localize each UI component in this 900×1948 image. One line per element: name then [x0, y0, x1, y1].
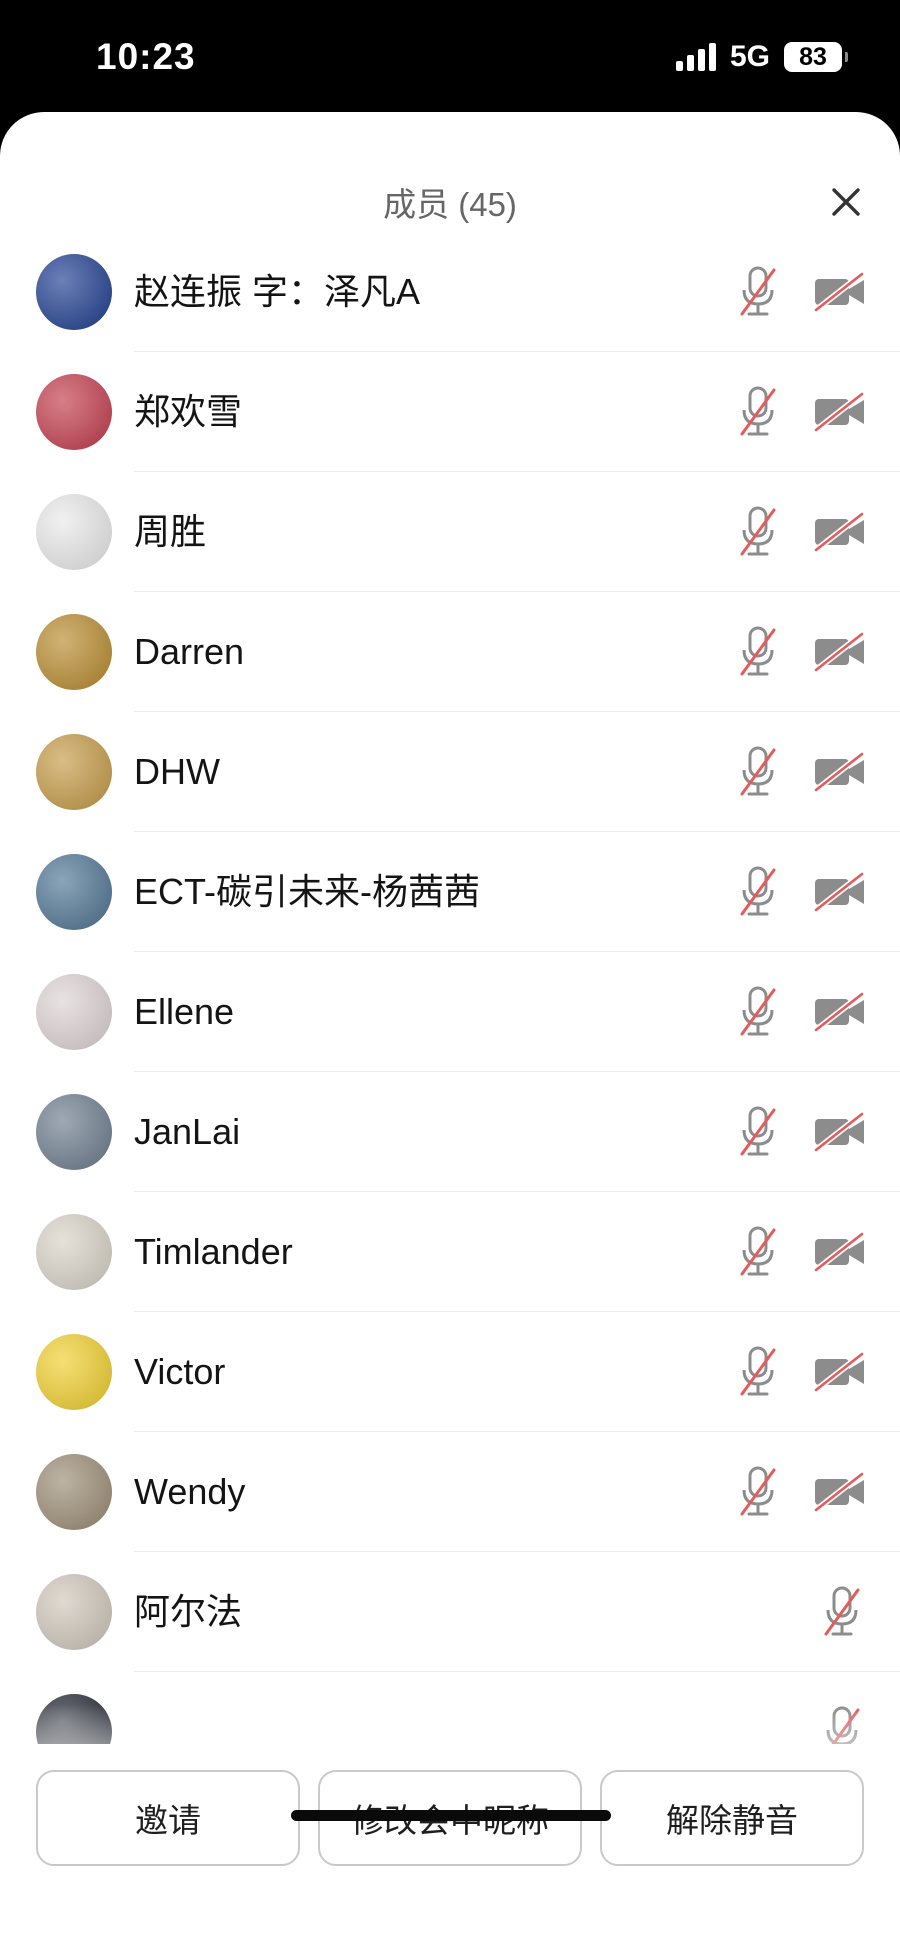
mic-muted-icon	[736, 1104, 780, 1160]
camera-off-icon	[812, 991, 868, 1033]
member-name: 郑欢雪	[134, 391, 243, 432]
member-name: Wendy	[134, 1471, 246, 1512]
signal-icon	[675, 43, 716, 71]
action-bar: 邀请 修改会中昵称 解除静音	[0, 1744, 900, 1948]
member-row[interactable]: Wendy	[0, 1432, 900, 1552]
member-row[interactable]: Ellene	[0, 952, 900, 1072]
mic-muted-icon	[736, 744, 780, 800]
battery-icon: 83	[784, 42, 848, 72]
home-indicator	[291, 1810, 611, 1821]
member-avatar	[36, 1574, 112, 1650]
mic-muted-icon	[736, 504, 780, 560]
close-button[interactable]	[826, 182, 866, 222]
member-row[interactable]: 郑欢雪	[0, 352, 900, 472]
mic-muted-icon	[736, 1224, 780, 1280]
members-sheet: 成员 (45) 赵连振 字：泽凡A 郑欢雪周胜 Darren DHW ECT-碳引未来-…	[0, 112, 900, 1948]
camera-off-icon	[812, 511, 868, 553]
member-avatar	[36, 254, 112, 330]
member-list[interactable]: 赵连振 字：泽凡A 郑欢雪周胜 Darren DHW ECT-碳引未来-杨茜茜 Ellen…	[0, 232, 900, 1844]
member-row[interactable]: JanLai	[0, 1072, 900, 1192]
mic-muted-icon	[736, 264, 780, 320]
member-row[interactable]: Darren	[0, 592, 900, 712]
mic-muted-icon	[736, 1464, 780, 1520]
member-row[interactable]: Timlander	[0, 1192, 900, 1312]
camera-off-icon	[812, 1111, 868, 1153]
member-name: Ellene	[134, 991, 235, 1032]
status-bar: 10:23 5G 83	[0, 0, 900, 115]
member-row[interactable]: 赵连振 字：泽凡A	[0, 232, 900, 352]
member-avatar	[36, 1454, 112, 1530]
camera-off-icon	[812, 1471, 868, 1513]
mic-muted-icon	[736, 624, 780, 680]
member-name: Darren	[134, 631, 245, 672]
member-avatar	[36, 854, 112, 930]
member-name: JanLai	[134, 1111, 241, 1152]
member-avatar	[36, 614, 112, 690]
member-avatar	[36, 374, 112, 450]
camera-off-icon	[812, 271, 868, 313]
camera-off-icon	[812, 751, 868, 793]
status-time: 10:23	[96, 36, 196, 77]
camera-off-icon	[812, 391, 868, 433]
camera-off-icon	[812, 1231, 868, 1273]
member-avatar	[36, 1334, 112, 1410]
member-avatar	[36, 1214, 112, 1290]
close-icon	[832, 188, 860, 216]
mic-muted-icon	[736, 1344, 780, 1400]
sheet-header: 成员 (45)	[0, 112, 900, 232]
member-avatar	[36, 494, 112, 570]
member-name: Victor	[134, 1351, 226, 1392]
member-avatar	[36, 974, 112, 1050]
member-name: Timlander	[134, 1231, 293, 1272]
mic-muted-icon	[736, 984, 780, 1040]
members-title: 成员 (45)	[383, 186, 517, 223]
camera-off-icon	[812, 631, 868, 673]
member-row[interactable]: Victor	[0, 1312, 900, 1432]
member-name: 阿尔法	[134, 1591, 243, 1632]
member-avatar	[36, 734, 112, 810]
mic-muted-icon	[820, 1584, 864, 1640]
member-name: DHW	[134, 751, 220, 792]
member-row[interactable]: 周胜	[0, 472, 900, 592]
member-row[interactable]: 阿尔法	[0, 1552, 900, 1672]
member-name: ECT-碳引未来-杨茜茜	[134, 871, 480, 912]
member-avatar	[36, 1094, 112, 1170]
camera-off-icon	[812, 1351, 868, 1393]
invite-button[interactable]: 邀请	[36, 1770, 300, 1866]
mic-muted-icon	[736, 864, 780, 920]
member-row[interactable]: ECT-碳引未来-杨茜茜	[0, 832, 900, 952]
unmute-button[interactable]: 解除静音	[600, 1770, 864, 1866]
network-type: 5G	[729, 40, 770, 73]
battery-level: 83	[799, 42, 827, 71]
mic-muted-icon	[736, 384, 780, 440]
status-indicators: 5G 83	[675, 40, 848, 74]
camera-off-icon	[812, 871, 868, 913]
member-name: 周胜	[134, 511, 207, 552]
member-row[interactable]: DHW	[0, 712, 900, 832]
member-name: 赵连振 字：泽凡A	[134, 271, 421, 312]
